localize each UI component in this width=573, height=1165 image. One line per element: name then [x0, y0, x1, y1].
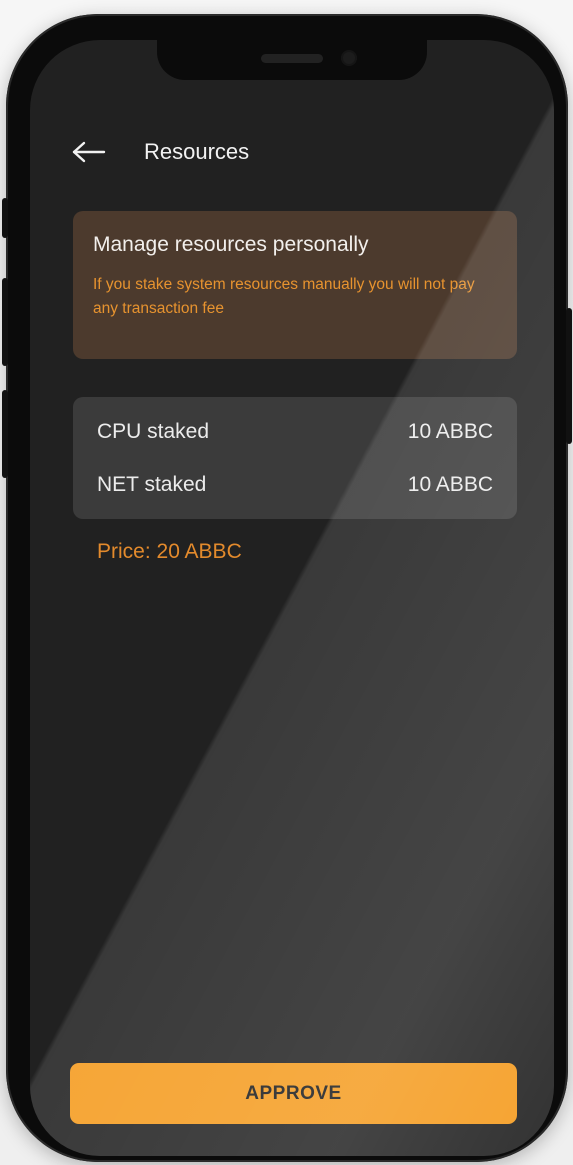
phone-notch	[157, 40, 427, 80]
phone-frame: Resources Manage resources personally If…	[2, 14, 572, 1162]
app-screen: Resources Manage resources personally If…	[30, 40, 554, 1156]
top-bar: Resources	[70, 136, 249, 168]
cpu-staked-label: CPU staked	[97, 419, 210, 443]
staked-resources-card: CPU staked 10 ABBC NET staked 10 ABBC	[73, 397, 517, 519]
page-title: Resources	[144, 139, 250, 164]
speaker-grille	[261, 54, 323, 63]
front-camera	[341, 50, 357, 66]
mockup-stage: Resources Manage resources personally If…	[0, 0, 573, 1165]
net-staked-label: NET staked	[97, 472, 207, 496]
notice-title: Manage resources personally	[93, 233, 369, 256]
phone-side-button	[2, 390, 8, 478]
phone-side-button	[2, 278, 8, 366]
notice-description: If you stake system resources manually y…	[93, 276, 475, 317]
back-button[interactable]	[70, 136, 108, 168]
net-staked-value: 10 ABBC	[407, 472, 493, 496]
arrow-left-icon	[72, 141, 106, 163]
cpu-staked-value: 10 ABBC	[407, 419, 493, 443]
price-label: Price: 20 ABBC	[97, 540, 242, 563]
phone-side-button	[566, 308, 572, 444]
screen-glare	[30, 40, 554, 1156]
approve-button[interactable]: APPROVE	[70, 1063, 517, 1124]
manage-resources-notice: Manage resources personally If you stake…	[73, 211, 517, 359]
net-staked-row: NET staked 10 ABBC	[97, 458, 493, 511]
phone-side-button	[2, 198, 8, 238]
cpu-staked-row: CPU staked 10 ABBC	[97, 405, 493, 458]
